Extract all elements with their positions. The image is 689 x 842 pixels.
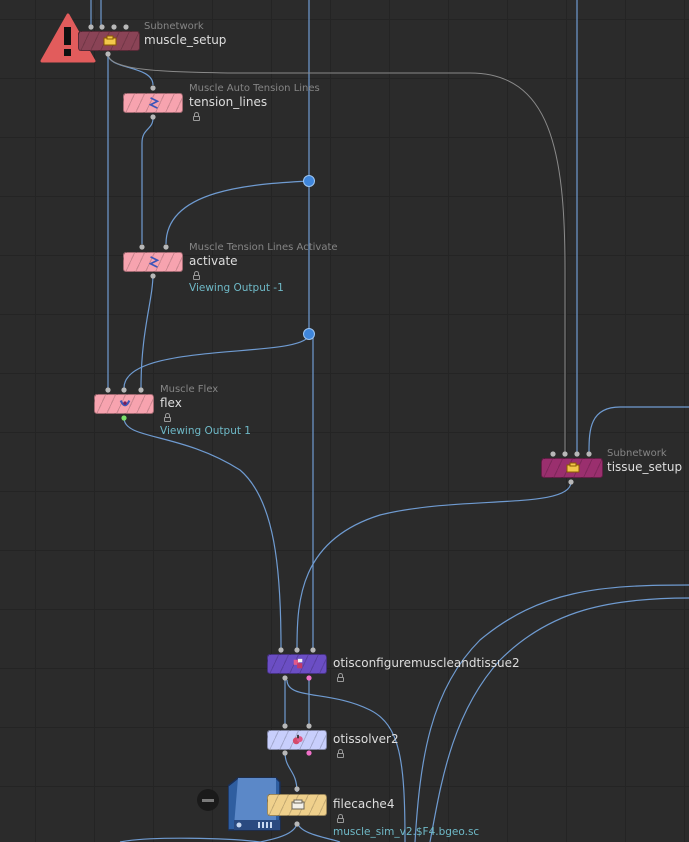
node-body[interactable] — [541, 458, 603, 478]
flex-icon — [119, 400, 131, 407]
wire — [140, 273, 154, 389]
subnet-icon — [103, 35, 117, 46]
wire — [429, 597, 689, 842]
lock-icon[interactable] — [164, 413, 171, 422]
viewing-output-label: Viewing Output 1 — [160, 425, 251, 437]
wire — [414, 584, 689, 842]
wire — [588, 406, 689, 453]
lock-icon[interactable] — [337, 673, 344, 682]
node-body[interactable] — [78, 31, 140, 51]
node-name-label: otissolver2 — [333, 732, 399, 746]
node-name-label: tension_lines — [189, 95, 268, 109]
node-name-label: filecache4 — [333, 797, 395, 811]
otis-icon — [293, 658, 303, 669]
node-type-label: Subnetwork — [144, 21, 204, 32]
node-body[interactable] — [123, 93, 183, 113]
lock-icon[interactable] — [337, 814, 344, 823]
bypass-icon[interactable] — [196, 776, 230, 826]
wire — [165, 180, 310, 245]
node-type-label: Muscle Tension Lines Activate — [189, 242, 338, 253]
lock-icon[interactable] — [337, 749, 344, 758]
wire-layer — [88, 0, 689, 842]
wire — [141, 117, 154, 244]
tension-lines-icon — [148, 97, 160, 109]
node-body[interactable] — [123, 252, 183, 272]
node-type-label: Subnetwork — [607, 448, 667, 459]
node-name-label: muscle_setup — [144, 33, 227, 47]
wire — [123, 417, 282, 649]
node-body[interactable] — [267, 730, 327, 750]
wire-dot[interactable] — [303, 328, 315, 340]
wire — [286, 679, 406, 842]
node-name-label: otisconfiguremuscleandtissue2 — [333, 656, 520, 670]
node-name-label: tissue_setup — [607, 460, 683, 474]
node-body[interactable] — [267, 654, 327, 674]
lock-icon[interactable] — [193, 271, 200, 280]
solver-icon — [292, 734, 303, 745]
node-type-label: Muscle Flex — [160, 384, 219, 395]
wire — [296, 481, 572, 649]
wire-dot[interactable] — [303, 175, 315, 187]
lock-icon[interactable] — [193, 112, 200, 121]
wire — [119, 837, 261, 842]
wire — [123, 333, 310, 389]
node-body[interactable] — [267, 794, 327, 816]
filecache-icon — [291, 799, 305, 810]
node-body[interactable] — [94, 394, 154, 414]
subnet-icon — [566, 462, 580, 473]
viewing-output-label: Viewing Output -1 — [189, 282, 284, 294]
node-name-label: activate — [189, 254, 238, 268]
wire — [284, 751, 298, 793]
tension-lines-icon — [148, 256, 160, 268]
cache-file-label: muscle_sim_v2.$F4.bgeo.sc — [333, 826, 480, 838]
node-type-label: Muscle Auto Tension Lines — [189, 83, 320, 94]
node-name-label: flex — [160, 396, 182, 410]
